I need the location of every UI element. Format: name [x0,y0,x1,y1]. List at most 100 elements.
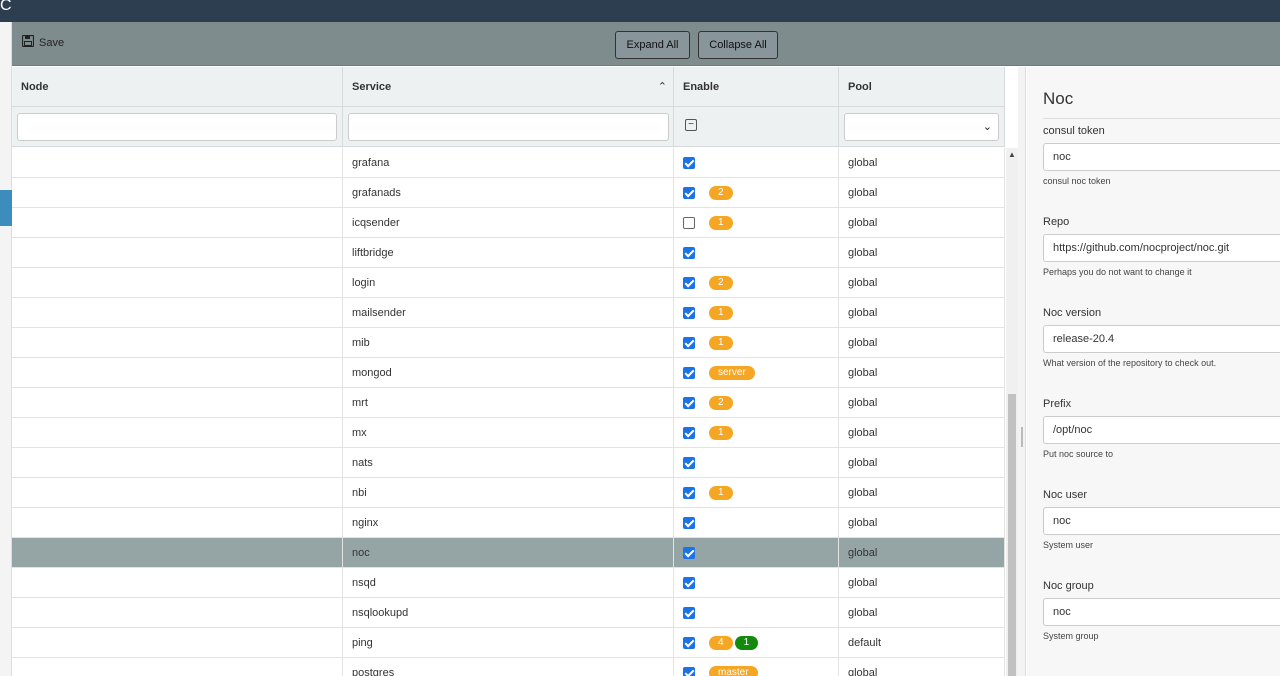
save-button-label: Save [39,36,65,49]
enable-checkbox[interactable] [683,667,695,676]
splitter-grip-icon[interactable] [1021,427,1023,447]
enable-checkbox[interactable] [683,337,695,349]
field-label: Noc version [1043,307,1102,319]
app-topbar: C [0,0,1280,22]
table-row[interactable]: icqsender 1 global [12,208,1005,238]
enable-checkbox[interactable] [683,637,695,649]
column-header-node[interactable]: Node [12,67,343,107]
table-row[interactable]: mailsender 1 global [12,298,1005,328]
cell-node [12,478,343,508]
table-row[interactable]: nats global [12,448,1005,478]
enable-checkbox[interactable] [683,397,695,409]
table-row[interactable]: mib 1 global [12,328,1005,358]
node-filter-input[interactable] [17,113,337,141]
cell-pool: global [839,388,1005,418]
form-field: Repo https://github.com/nocproject/noc.gi… [1043,216,1280,277]
field-input[interactable]: noc [1043,143,1280,171]
collapse-all-button[interactable]: Collapse All [698,31,778,59]
form-field: Noc group noc System group [1043,580,1280,641]
table-row[interactable]: nsqlookupd global [12,598,1005,628]
table-row[interactable]: nbi 1 global [12,478,1005,508]
service-filter-input[interactable] [348,113,669,141]
cell-service: postgres [343,658,674,676]
left-nav-rail [0,22,12,676]
column-header-label: Node [21,81,49,93]
grid-vertical-scrollbar[interactable]: ▲ [1006,148,1018,676]
table-row[interactable]: grafanads 2 global [12,178,1005,208]
table-row[interactable]: login 2 global [12,268,1005,298]
scroll-up-arrow-icon[interactable]: ▲ [1008,150,1016,159]
table-row[interactable]: postgres master global [12,658,1005,676]
enable-checkbox[interactable] [683,427,695,439]
status-badge: master [709,666,758,676]
enable-checkbox[interactable] [683,547,695,559]
active-nav-indicator[interactable] [0,190,12,226]
column-header-pool[interactable]: Pool [839,67,1005,107]
enable-checkbox[interactable] [683,367,695,379]
cell-node [12,268,343,298]
cell-node [12,418,343,448]
table-row[interactable]: liftbridge global [12,238,1005,268]
expand-all-button[interactable]: Expand All [615,31,690,59]
column-header-enable[interactable]: Enable [674,67,839,107]
enable-checkbox[interactable] [683,247,695,259]
cell-pool: global [839,448,1005,478]
field-input[interactable]: https://github.com/nocproject/noc.git [1043,234,1280,262]
save-button[interactable]: Save [21,34,65,50]
enable-checkbox[interactable] [683,277,695,289]
table-row[interactable]: ping 4 1 default [12,628,1005,658]
cell-enable: 1 [674,328,839,358]
cell-enable: 1 [674,418,839,448]
app-logo: C [0,0,12,14]
field-input[interactable]: /opt/noc [1043,416,1280,444]
cell-node [12,508,343,538]
column-header-label: Enable [683,81,720,93]
pool-filter-select[interactable]: ⌄ [844,113,999,141]
status-badge: 2 [709,186,733,200]
field-input[interactable]: noc [1043,598,1280,626]
enable-checkbox[interactable] [683,307,695,319]
scrollbar-thumb[interactable] [1008,394,1016,676]
cell-service: login [343,268,674,298]
status-badge: 2 [709,396,733,410]
status-badge: 1 [709,426,733,440]
cell-pool: global [839,478,1005,508]
cell-node [12,148,343,178]
table-row[interactable]: noc global [12,538,1005,568]
enable-checkbox[interactable] [683,607,695,619]
column-header-label: Pool [848,81,872,93]
table-row[interactable]: grafana global [12,148,1005,178]
cell-enable: server [674,358,839,388]
cell-enable: 41 [674,628,839,658]
field-help-text: consul noc token [1043,176,1111,186]
form-field: consul token noc consul noc token [1043,125,1280,186]
column-header-label: Service [352,81,392,93]
field-input[interactable]: noc [1043,507,1280,535]
enable-checkbox[interactable] [683,157,695,169]
field-input[interactable]: release-20.4 [1043,325,1280,353]
cell-service: nginx [343,508,674,538]
table-row[interactable]: mx 1 global [12,418,1005,448]
cell-pool: global [839,268,1005,298]
cell-service: mib [343,328,674,358]
enable-checkbox[interactable] [683,457,695,469]
cell-pool: global [839,418,1005,448]
panel-splitter[interactable] [1018,67,1026,676]
enable-filter-tristate-checkbox[interactable]: − [685,119,697,131]
field-label: Prefix [1043,398,1072,410]
enable-checkbox[interactable] [683,187,695,199]
table-row[interactable]: nginx global [12,508,1005,538]
field-help-text: System user [1043,540,1094,550]
table-row[interactable]: nsqd global [12,568,1005,598]
cell-node [12,328,343,358]
enable-checkbox[interactable] [683,517,695,529]
table-row[interactable]: mrt 2 global [12,388,1005,418]
column-header-service[interactable]: Service ⌃ [343,67,674,107]
cell-pool: global [839,658,1005,676]
table-row[interactable]: mongod server global [12,358,1005,388]
enable-checkbox[interactable] [683,217,695,229]
enable-checkbox[interactable] [683,577,695,589]
enable-checkbox[interactable] [683,487,695,499]
panel-title: Noc [1043,89,1074,108]
cell-enable: 2 [674,178,839,208]
